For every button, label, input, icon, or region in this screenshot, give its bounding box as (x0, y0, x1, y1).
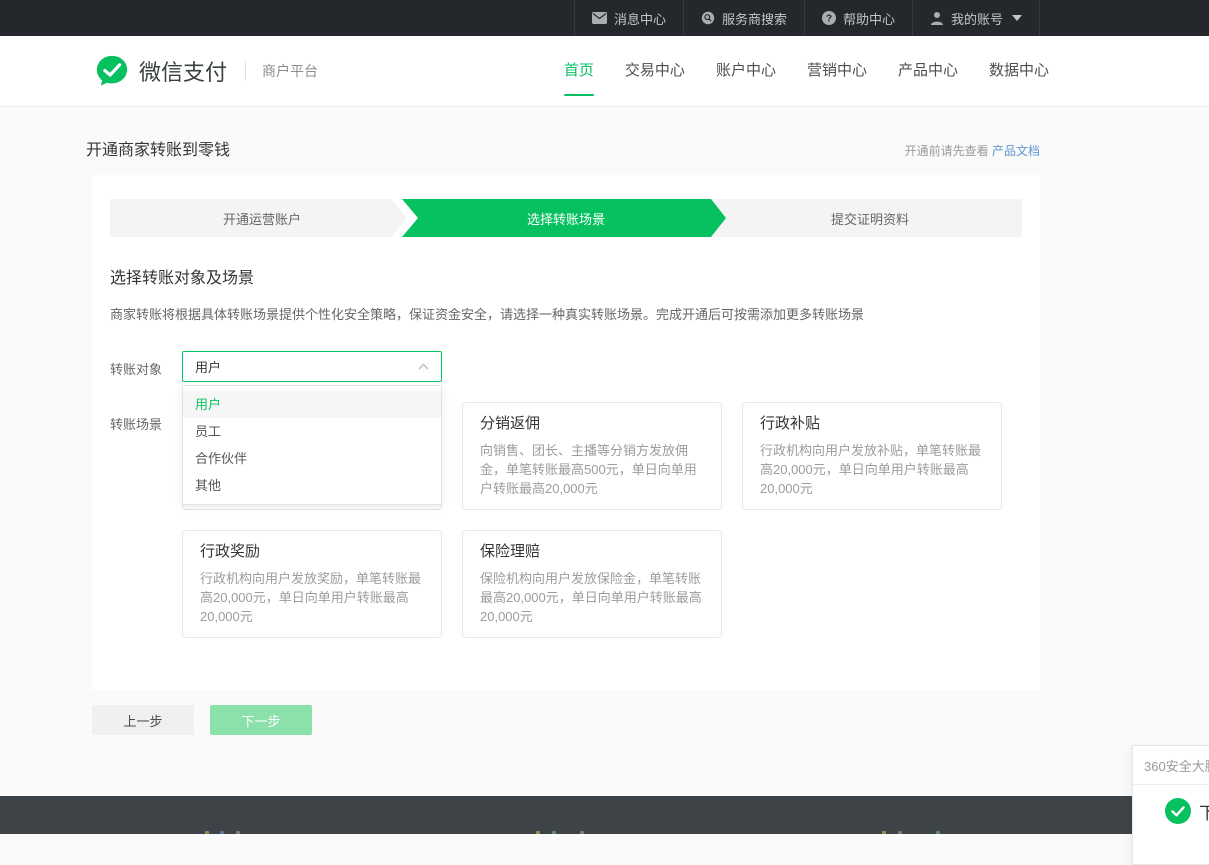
topbar-item-account[interactable]: 我的账号 (912, 0, 1040, 36)
option-partner[interactable]: 合作伙伴 (183, 445, 441, 472)
scene-card-reward[interactable]: 行政奖励 行政机构向用户发放奖励，单笔转账最高20,000元，单日向单用户转账最… (182, 530, 442, 638)
brand-name: 微信支付 (139, 55, 227, 87)
topbar-item-label: 我的账号 (951, 9, 1003, 28)
option-other[interactable]: 其他 (183, 472, 441, 499)
action-buttons: 上一步 下一步 (92, 705, 1209, 735)
chevron-up-icon (418, 363, 429, 370)
chevron-down-icon (1012, 15, 1022, 21)
nav-item-product-center[interactable]: 产品中心 (898, 59, 958, 84)
step-1-open-account: 开通运营账户 (110, 199, 414, 237)
scene-card-commission[interactable]: 分销返佣 向销售、团长、主播等分销方发放佣金，单笔转账最高500元，单日向单用户… (462, 402, 722, 510)
option-employee[interactable]: 员工 (183, 418, 441, 445)
scene-card-insurance[interactable]: 保险理赔 保险机构向用户发放保险金，单笔转账最高20,000元，单日向单用户转账… (462, 530, 722, 638)
topbar-item-label: 消息中心 (614, 9, 666, 28)
scene-card-desc: 向销售、团长、主播等分销方发放佣金，单笔转账最高500元，单日向单用户转账最高2… (480, 441, 704, 498)
scene-card-desc: 保险机构向用户发放保险金，单笔转账最高20,000元，单日向单用户转账最高20,… (480, 569, 704, 626)
nav-item-marketing-center[interactable]: 营销中心 (807, 59, 867, 84)
doc-hint: 开通前请先查看 产品文档 (905, 142, 1040, 159)
help-icon: ? (822, 11, 836, 25)
transfer-target-label: 转账对象 (110, 351, 182, 382)
scene-card-title: 分销返佣 (480, 414, 704, 433)
platform-subtitle: 商户平台 (262, 61, 318, 81)
section-title: 选择转账对象及场景 (110, 264, 1022, 288)
scene-card-title: 保险理赔 (480, 542, 704, 561)
transfer-target-select[interactable]: 用户 (182, 351, 442, 382)
header-divider (245, 61, 246, 81)
main-nav: 首页 交易中心 账户中心 营销中心 产品中心 数据中心 (564, 59, 1049, 84)
next-step-button[interactable]: 下一步 (210, 705, 312, 735)
page-title: 开通商家转账到零钱 (86, 136, 230, 160)
topbar-item-label: 帮助中心 (843, 9, 895, 28)
topbar-item-messages[interactable]: 消息中心 (574, 0, 683, 36)
scene-card-title: 行政补贴 (760, 414, 984, 433)
topbar-item-help[interactable]: ? 帮助中心 (804, 0, 912, 36)
topbar: 消息中心 服务商搜索 ? 帮助中心 我的账号 (0, 0, 1209, 36)
scene-card-title: 行政奖励 (200, 542, 424, 561)
step-indicator: 开通运营账户 选择转账场景 提交证明资料 (110, 199, 1022, 237)
prev-step-button[interactable]: 上一步 (92, 705, 194, 735)
popup-body: 下 (1133, 785, 1209, 824)
wechat-pay-logo-icon (95, 54, 129, 88)
topbar-item-label: 服务商搜索 (722, 9, 787, 28)
step-2-choose-scene: 选择转账场景 (414, 199, 718, 237)
selected-value: 用户 (195, 357, 221, 376)
svg-text:?: ? (826, 14, 832, 25)
doc-hint-text: 开通前请先查看 (905, 144, 992, 158)
security-popup-360[interactable]: 360安全大脑 下 (1132, 745, 1209, 865)
product-doc-link[interactable]: 产品文档 (992, 144, 1040, 158)
popup-clipped-text: 下 (1199, 799, 1209, 824)
wechat-pay-logo[interactable]: 微信支付 (95, 54, 227, 88)
transfer-target-dropdown: 用户 员工 合作伙伴 其他 (182, 385, 442, 505)
mail-icon (592, 12, 607, 24)
user-icon (930, 11, 944, 25)
transfer-target-select-wrap: 用户 用户 员工 合作伙伴 其他 (182, 351, 442, 382)
scene-card-desc: 行政机构向用户发放补贴，单笔转账最高20,000元，单日向单用户转账最高20,0… (760, 441, 984, 498)
scene-card-desc: 行政机构向用户发放奖励，单笔转账最高20,000元，单日向单用户转账最高20,0… (200, 569, 424, 626)
header: 微信支付 商户平台 首页 交易中心 账户中心 营销中心 产品中心 数据中心 (0, 36, 1209, 107)
search-icon (701, 11, 715, 25)
footer (0, 796, 1209, 834)
nav-item-transactions[interactable]: 交易中心 (625, 59, 685, 84)
topbar-item-sp-search[interactable]: 服务商搜索 (683, 0, 804, 36)
transfer-scene-label: 转账场景 (110, 402, 182, 638)
popup-title: 360安全大脑 (1133, 746, 1209, 785)
nav-item-home[interactable]: 首页 (564, 59, 594, 84)
transfer-target-row: 转账对象 用户 用户 员工 合作伙伴 其他 (110, 351, 1022, 382)
main-panel: 开通运营账户 选择转账场景 提交证明资料 选择转账对象及场景 商家转账将根据具体… (92, 175, 1040, 690)
page-head: 开通商家转账到零钱 开通前请先查看 产品文档 (86, 136, 1040, 160)
check-circle-icon (1165, 798, 1191, 824)
nav-item-account-center[interactable]: 账户中心 (716, 59, 776, 84)
section-description: 商家转账将根据具体转账场景提供个性化安全策略，保证资金安全，请选择一种真实转账场… (110, 304, 1022, 323)
scene-card-subsidy[interactable]: 行政补贴 行政机构向用户发放补贴，单笔转账最高20,000元，单日向单用户转账最… (742, 402, 1002, 510)
step-3-submit-proof: 提交证明资料 (718, 199, 1022, 237)
option-user[interactable]: 用户 (183, 391, 441, 418)
nav-item-data-center[interactable]: 数据中心 (989, 59, 1049, 84)
